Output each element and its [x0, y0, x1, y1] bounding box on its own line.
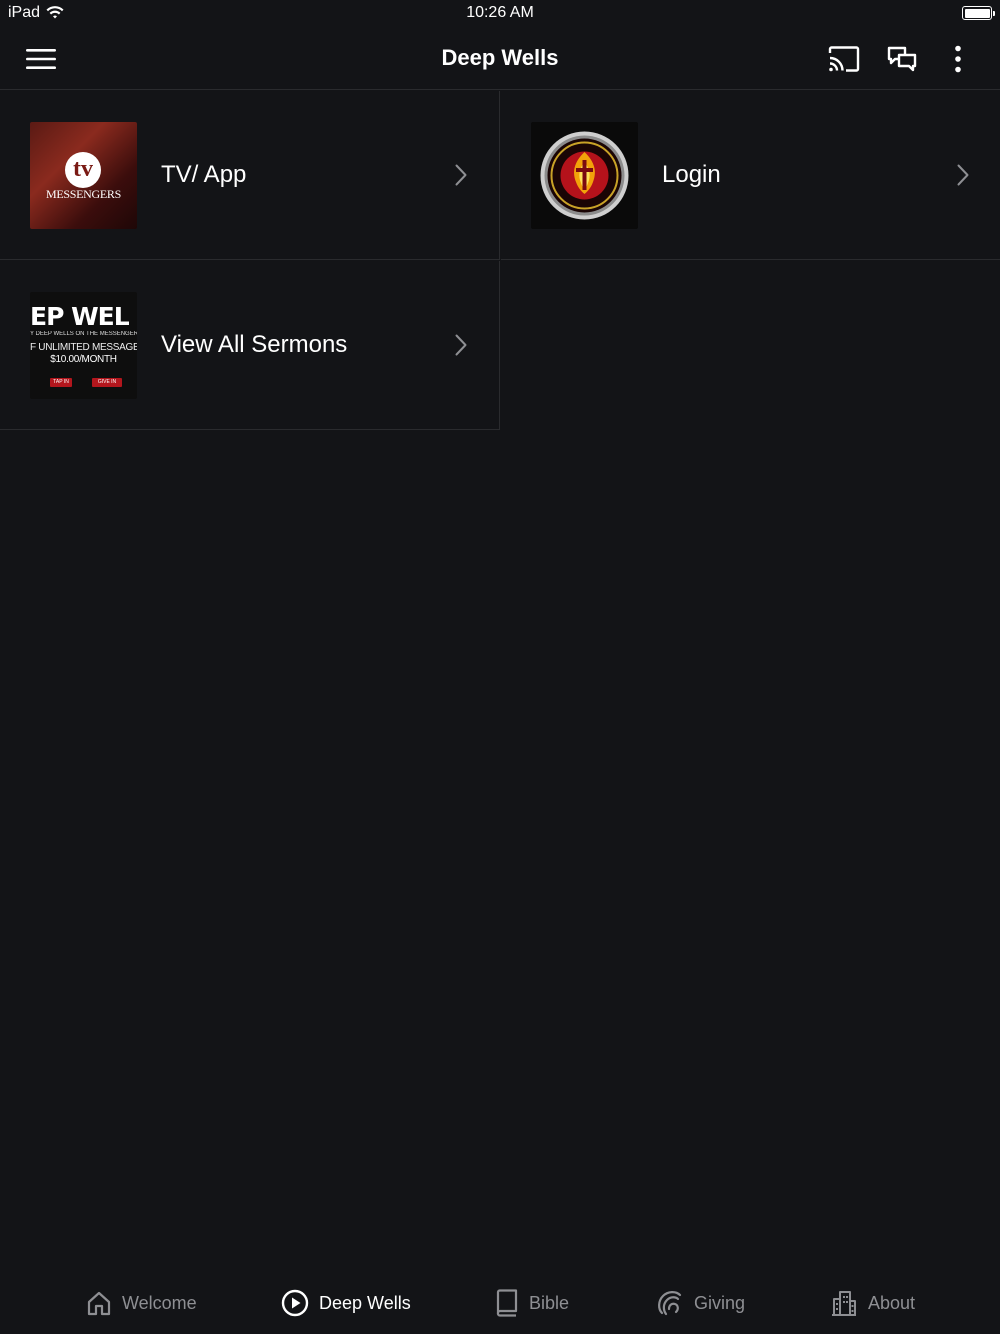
ministry-seal-emblem [540, 131, 629, 220]
chat-icon [887, 46, 917, 72]
tab-welcome[interactable]: Welcome [86, 1286, 197, 1320]
tab-bar: Welcome Deep Wells Bible Giving About [0, 1270, 1000, 1334]
play-circle-icon [281, 1289, 309, 1317]
sermons-thumb-give-in: GIVE IN [92, 378, 122, 387]
status-time: 10:26 AM [466, 4, 534, 21]
tv-logo: tv [65, 152, 101, 188]
tab-label: Bible [529, 1292, 570, 1313]
battery-icon [962, 6, 995, 20]
home-icon [87, 1291, 111, 1316]
tv-thumb-text: MESSENGERS [45, 187, 122, 201]
tab-bible[interactable]: Bible [495, 1286, 569, 1320]
giving-icon [658, 1291, 682, 1316]
tab-label: Welcome [122, 1292, 197, 1313]
sermons-thumb-price: $10.00/MONTH [50, 354, 117, 365]
cast-icon [828, 46, 860, 72]
chevron-right-icon [957, 164, 969, 186]
more-vertical-icon [955, 45, 961, 73]
building-icon [832, 1291, 856, 1316]
sermons-thumb-subtitle: Y DEEP WELLS ON THE MESSENGERS [30, 331, 137, 337]
tab-about[interactable]: About [830, 1286, 915, 1320]
chat-button[interactable] [885, 42, 919, 76]
sermons-thumb-line1: F UNLIMITED MESSAGE [30, 342, 137, 353]
more-button[interactable] [941, 42, 975, 76]
sermons-thumbnail: EP WEL Y DEEP WELLS ON THE MESSENGERS F … [30, 292, 137, 399]
sermons-thumb-tap-in: TAP IN [50, 378, 72, 387]
list-item-label: TV/ App [161, 161, 247, 188]
tv-app-thumbnail: tv MESSENGERS [30, 122, 137, 229]
list-item-label: View All Sermons [161, 331, 348, 358]
cast-button[interactable] [827, 42, 861, 76]
chevron-right-icon [455, 164, 467, 186]
tab-label: Deep Wells [319, 1292, 411, 1313]
list-item-tv-app[interactable]: tv MESSENGERS TV/ App [0, 91, 500, 260]
chevron-right-icon [455, 334, 467, 356]
book-icon [496, 1289, 518, 1317]
nav-bar: Deep Wells [0, 28, 1000, 90]
tab-label: Giving [694, 1292, 746, 1313]
tab-deep-wells[interactable]: Deep Wells [281, 1286, 411, 1320]
tab-label: About [868, 1292, 916, 1313]
tab-giving[interactable]: Giving [656, 1286, 745, 1320]
sermons-thumb-title: EP WEL [30, 302, 130, 331]
status-bar: iPad 10:26 AM [0, 0, 1000, 28]
login-thumbnail [531, 122, 638, 229]
list-item-login[interactable]: Login [501, 91, 1000, 260]
list-item-view-all-sermons[interactable]: EP WEL Y DEEP WELLS ON THE MESSENGERS F … [0, 261, 500, 430]
list-item-label: Login [662, 161, 721, 188]
